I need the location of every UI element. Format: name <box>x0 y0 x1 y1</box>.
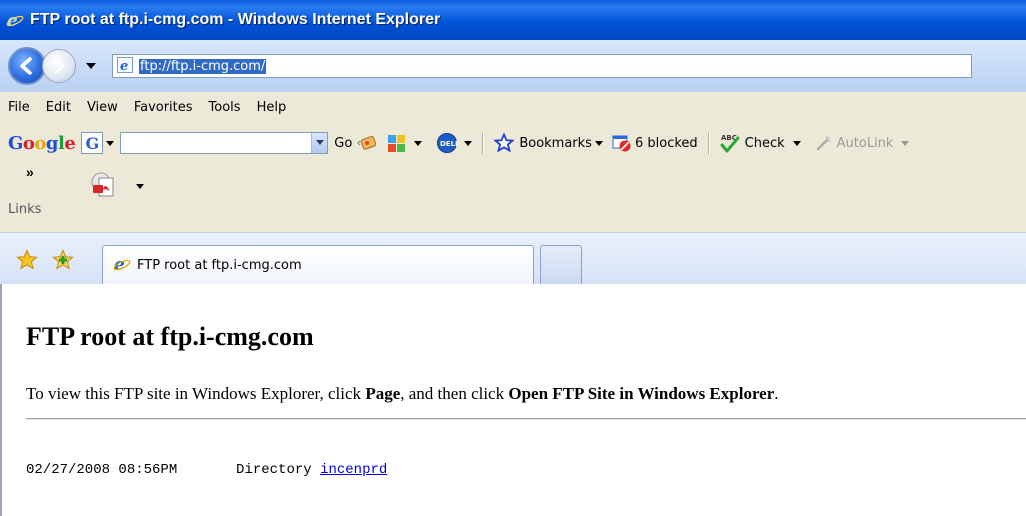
recent-pages-dropdown[interactable] <box>86 63 96 69</box>
favorites-star-icon[interactable] <box>16 249 38 271</box>
ie-page-icon: e <box>113 255 131 276</box>
svg-text:e: e <box>120 59 128 73</box>
menu-bar: File Edit View Favorites Tools Help <box>8 100 294 115</box>
chevron-down-icon[interactable] <box>136 184 144 189</box>
go-button[interactable]: Go <box>334 136 352 151</box>
menu-help[interactable]: Help <box>249 100 295 115</box>
chevron-down-icon[interactable] <box>594 140 603 146</box>
ie-logo-icon: e <box>6 11 24 31</box>
chevron-down-icon[interactable] <box>464 140 473 146</box>
google-toolbar: Google G Go DELL Bookmarks 6 blocked ABC… <box>8 128 910 158</box>
autolink-button[interactable]: AutoLink <box>837 136 894 151</box>
search-history-dropdown[interactable] <box>311 133 328 153</box>
blocked-count[interactable]: 6 blocked <box>635 136 698 151</box>
page-title: FTP root at ftp.i-cmg.com <box>26 322 314 351</box>
address-input[interactable]: ftp://ftp.i-cmg.com/ <box>139 58 267 74</box>
toolbar-area: File Edit View Favorites Tools Help Goog… <box>0 92 1026 232</box>
menu-favorites[interactable]: Favorites <box>126 100 201 115</box>
tab-title: FTP root at ftp.i-cmg.com <box>137 258 302 273</box>
open-ftp-ref: Open FTP Site in Windows Explorer <box>508 384 775 403</box>
bookmark-star-icon[interactable] <box>493 132 515 154</box>
toolbar-separator <box>482 132 484 154</box>
spellcheck-icon[interactable]: ABC <box>719 132 741 154</box>
pdf-icon[interactable] <box>90 172 118 200</box>
tab-ftp-root[interactable]: e FTP root at ftp.i-cmg.com <box>102 245 534 285</box>
divider <box>26 418 1026 420</box>
links-label[interactable]: Links <box>8 202 41 217</box>
google-logo[interactable]: Google <box>8 133 76 154</box>
directory-link-incenprd[interactable]: incenprd <box>320 462 387 478</box>
window-title: FTP root at ftp.i-cmg.com - Windows Inte… <box>30 11 441 28</box>
puzzle-icon[interactable] <box>386 132 408 154</box>
page-content: FTP root at ftp.i-cmg.com To view this F… <box>0 284 1026 516</box>
links-bar: » Links <box>8 162 168 222</box>
toolbar-separator <box>707 132 709 154</box>
directory-listing: 02/27/2008 08:56PM Directory incenprd <box>26 462 387 478</box>
page-menu-ref: Page <box>365 384 401 403</box>
entry-datetime: 02/27/2008 08:56PM <box>26 462 178 478</box>
back-button[interactable] <box>8 47 46 85</box>
add-favorite-icon[interactable] <box>52 249 74 271</box>
chevron-down-icon <box>315 140 324 145</box>
title-bar: e FTP root at ftp.i-cmg.com - Windows In… <box>0 0 1026 40</box>
check-button[interactable]: Check <box>745 136 785 151</box>
popup-blocker-icon[interactable] <box>611 132 633 154</box>
tab-bar: e FTP root at ftp.i-cmg.com <box>0 232 1026 285</box>
chevron-down-icon[interactable] <box>106 140 115 146</box>
autolink-icon[interactable] <box>813 132 835 154</box>
entry-type: Directory <box>236 462 312 478</box>
google-menu-icon[interactable]: G <box>81 132 104 154</box>
menu-view[interactable]: View <box>79 100 126 115</box>
forward-button[interactable] <box>42 49 76 83</box>
chevron-down-icon[interactable] <box>414 140 423 146</box>
new-tab-button[interactable] <box>540 245 582 285</box>
menu-file[interactable]: File <box>8 100 38 115</box>
news-icon[interactable] <box>356 132 378 154</box>
menu-edit[interactable]: Edit <box>38 100 79 115</box>
dell-icon[interactable]: DELL <box>436 132 458 154</box>
menu-tools[interactable]: Tools <box>201 100 249 115</box>
chevron-down-icon[interactable] <box>792 140 801 146</box>
svg-text:DELL: DELL <box>440 140 458 148</box>
arrow-left-icon <box>20 57 32 75</box>
chevron-down-icon[interactable] <box>901 140 910 146</box>
bookmarks-button[interactable]: Bookmarks <box>519 136 592 151</box>
instruction-text: To view this FTP site in Windows Explore… <box>26 384 779 403</box>
page-icon: e <box>117 56 133 76</box>
google-search-input[interactable] <box>120 132 329 154</box>
address-bar[interactable]: e ftp://ftp.i-cmg.com/ <box>112 54 972 78</box>
links-chevron[interactable]: » <box>26 164 34 180</box>
arrow-right-icon <box>54 58 65 74</box>
navigation-bar: e ftp://ftp.i-cmg.com/ <box>0 40 1026 92</box>
